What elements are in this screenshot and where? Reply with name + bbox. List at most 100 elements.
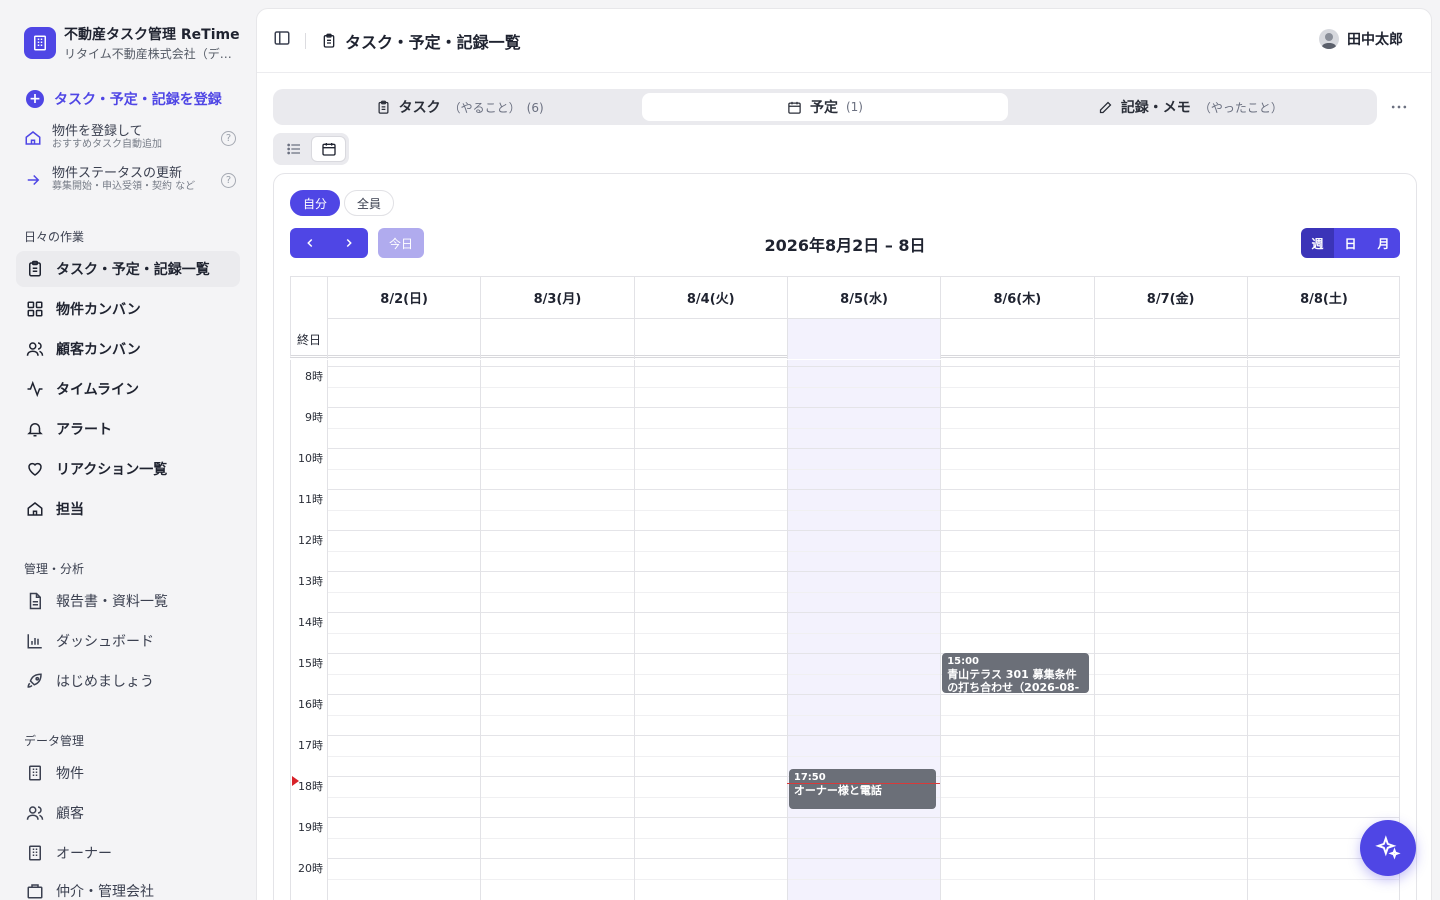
hour-label: 11時 [298,493,323,506]
hour-label: 10時 [298,452,323,465]
calendar-icon [321,143,336,156]
calendar-view-button[interactable] [311,136,346,162]
view-tabs: タスク （やること） (6) 予定 (1) 記録・メモ （やったこと） [273,89,1377,125]
sidebar-toggle-button[interactable] [273,29,293,49]
day-column-header[interactable]: 8/5(水) [786,277,941,319]
nav-label: 担当 [56,502,84,518]
nav-assignee[interactable]: 担当 [16,491,240,527]
nav-timeline[interactable]: タイムライン [16,371,240,407]
hour-line [327,817,1399,818]
list-icon [286,143,300,155]
allday-cell[interactable] [633,319,787,359]
main-panel: タスク・予定・記録一覧 田中太郎 タスク （やること） (6) 予定 (1) 記… [256,8,1432,900]
nav-reactions[interactable]: リアクション一覧 [16,451,240,487]
hour-line [327,407,1399,408]
register-property-action[interactable]: 物件を登録して おすすめタスク自動追加 ? [24,125,236,151]
nav-label: ダッシュボード [56,634,154,650]
more-options-button[interactable] [1389,97,1411,117]
filter-me[interactable]: 自分 [290,190,341,216]
allday-cell[interactable] [940,319,1093,359]
mode-month[interactable]: 月 [1367,228,1400,258]
qa-title: 物件を登録して [52,124,143,139]
calendar-header: 終日 8/2(日) 8/3(月) 8/4(火) 8/5(水) 8/6(木) 8/7(金) 8… [290,276,1401,359]
nav-properties[interactable]: 物件 [16,755,240,791]
tab-schedule[interactable]: 予定 (1) [642,93,1008,121]
nav-dashboard[interactable]: ダッシュボード [16,623,240,659]
allday-cell[interactable] [1093,319,1247,359]
nav-label: はじめましょう [56,674,154,690]
day-divider [480,360,482,900]
nav-reports[interactable]: 報告書・資料一覧 [16,583,240,619]
filter-all[interactable]: 全員 [344,190,395,216]
building-icon [29,845,41,861]
hour-line [327,858,1399,859]
half-hour-line [327,755,1399,757]
update-status-action[interactable]: 物件ステータスの更新 募集開始・申込受領・契約 など ? [24,167,236,193]
nav-owners[interactable]: オーナー [16,835,240,871]
help-icon[interactable]: ? [221,130,236,146]
day-column-header[interactable]: 8/4(火) [633,277,787,319]
day-column-header[interactable]: 8/3(月) [480,277,634,319]
hour-line [327,735,1399,736]
sidebar: 不動産タスク管理 ReTime リタイム不動産株式会社（デ… + タスク・予定・… [0,0,256,900]
nav-customer-kanban[interactable]: 顧客カンバン [16,331,240,367]
calendar-event[interactable]: 17:50 オーナー様と電話 [788,769,937,810]
register-button[interactable]: + タスク・予定・記録を登録 [26,89,222,109]
next-week-button[interactable] [329,228,368,258]
event-title: オーナー様と電話 [793,784,882,798]
day-column-header[interactable]: 8/2(日) [327,277,481,319]
event-time: 15:00 [947,656,980,667]
day-divider [940,360,942,900]
tab-tasks[interactable]: タスク （やること） (6) [277,93,642,121]
header-divider [305,33,306,49]
day-column-header[interactable]: 8/7(金) [1093,277,1247,319]
help-icon[interactable]: ? [221,172,236,188]
prev-week-button[interactable] [290,228,329,258]
half-hour-line [327,386,1399,388]
clipboard-icon [323,33,335,48]
home-icon [27,502,43,516]
nav-label: 顧客 [56,806,84,822]
app-name: 不動産タスク管理 ReTime [64,27,240,43]
mode-day[interactable]: 日 [1334,228,1367,258]
ai-assistant-button[interactable] [1360,820,1416,876]
day-column-header[interactable]: 8/6(木) [940,277,1094,319]
half-hour-line [327,837,1399,839]
hour-label: 20時 [298,862,323,875]
calendar-event[interactable]: 15:00青山テラス 301 募集条件の打ち合わせ（2026-08-06 [942,653,1090,693]
tab-note: （やったこと） [1198,100,1283,115]
allday-cell[interactable] [1246,319,1400,359]
current-time-line [786,782,941,784]
user-menu[interactable]: 田中太郎 [1319,29,1403,49]
day-column-header[interactable]: 8/8(土) [1246,277,1401,319]
allday-cell[interactable] [480,319,633,359]
nav-agencies[interactable]: 仲介・管理会社 [16,873,240,900]
list-view-button[interactable] [276,136,311,162]
calendar-icon [788,101,801,114]
half-hour-line [327,509,1399,511]
day-divider [1093,360,1095,900]
nav-task-list[interactable]: タスク・予定・記録一覧 [16,251,240,287]
tab-records[interactable]: 記録・メモ （やったこと） [1008,93,1373,121]
today-button[interactable]: 今日 [378,228,424,258]
hour-line [327,653,1399,654]
mode-week[interactable]: 週 [1301,228,1334,258]
nav-customers[interactable]: 顧客 [16,795,240,831]
brand[interactable]: 不動産タスク管理 ReTime リタイム不動産株式会社（デ… [24,24,240,62]
allday-cell[interactable] [327,319,480,359]
nav-label: 物件 [56,766,84,782]
half-hour-line [327,632,1399,634]
half-hour-line [327,550,1399,552]
activity-icon [27,380,43,398]
nav-property-kanban[interactable]: 物件カンバン [16,291,240,327]
day-divider [1246,360,1248,900]
panel-left-icon [274,31,290,45]
nav-getting-started[interactable]: はじめましょう [16,663,240,699]
allday-cell[interactable] [786,319,941,359]
day-divider [633,360,635,900]
rocket-icon [27,673,42,688]
avatar [1319,29,1339,49]
hour-line [327,448,1399,449]
tab-note: (1) [845,100,863,114]
nav-alerts[interactable]: アラート [16,411,240,447]
